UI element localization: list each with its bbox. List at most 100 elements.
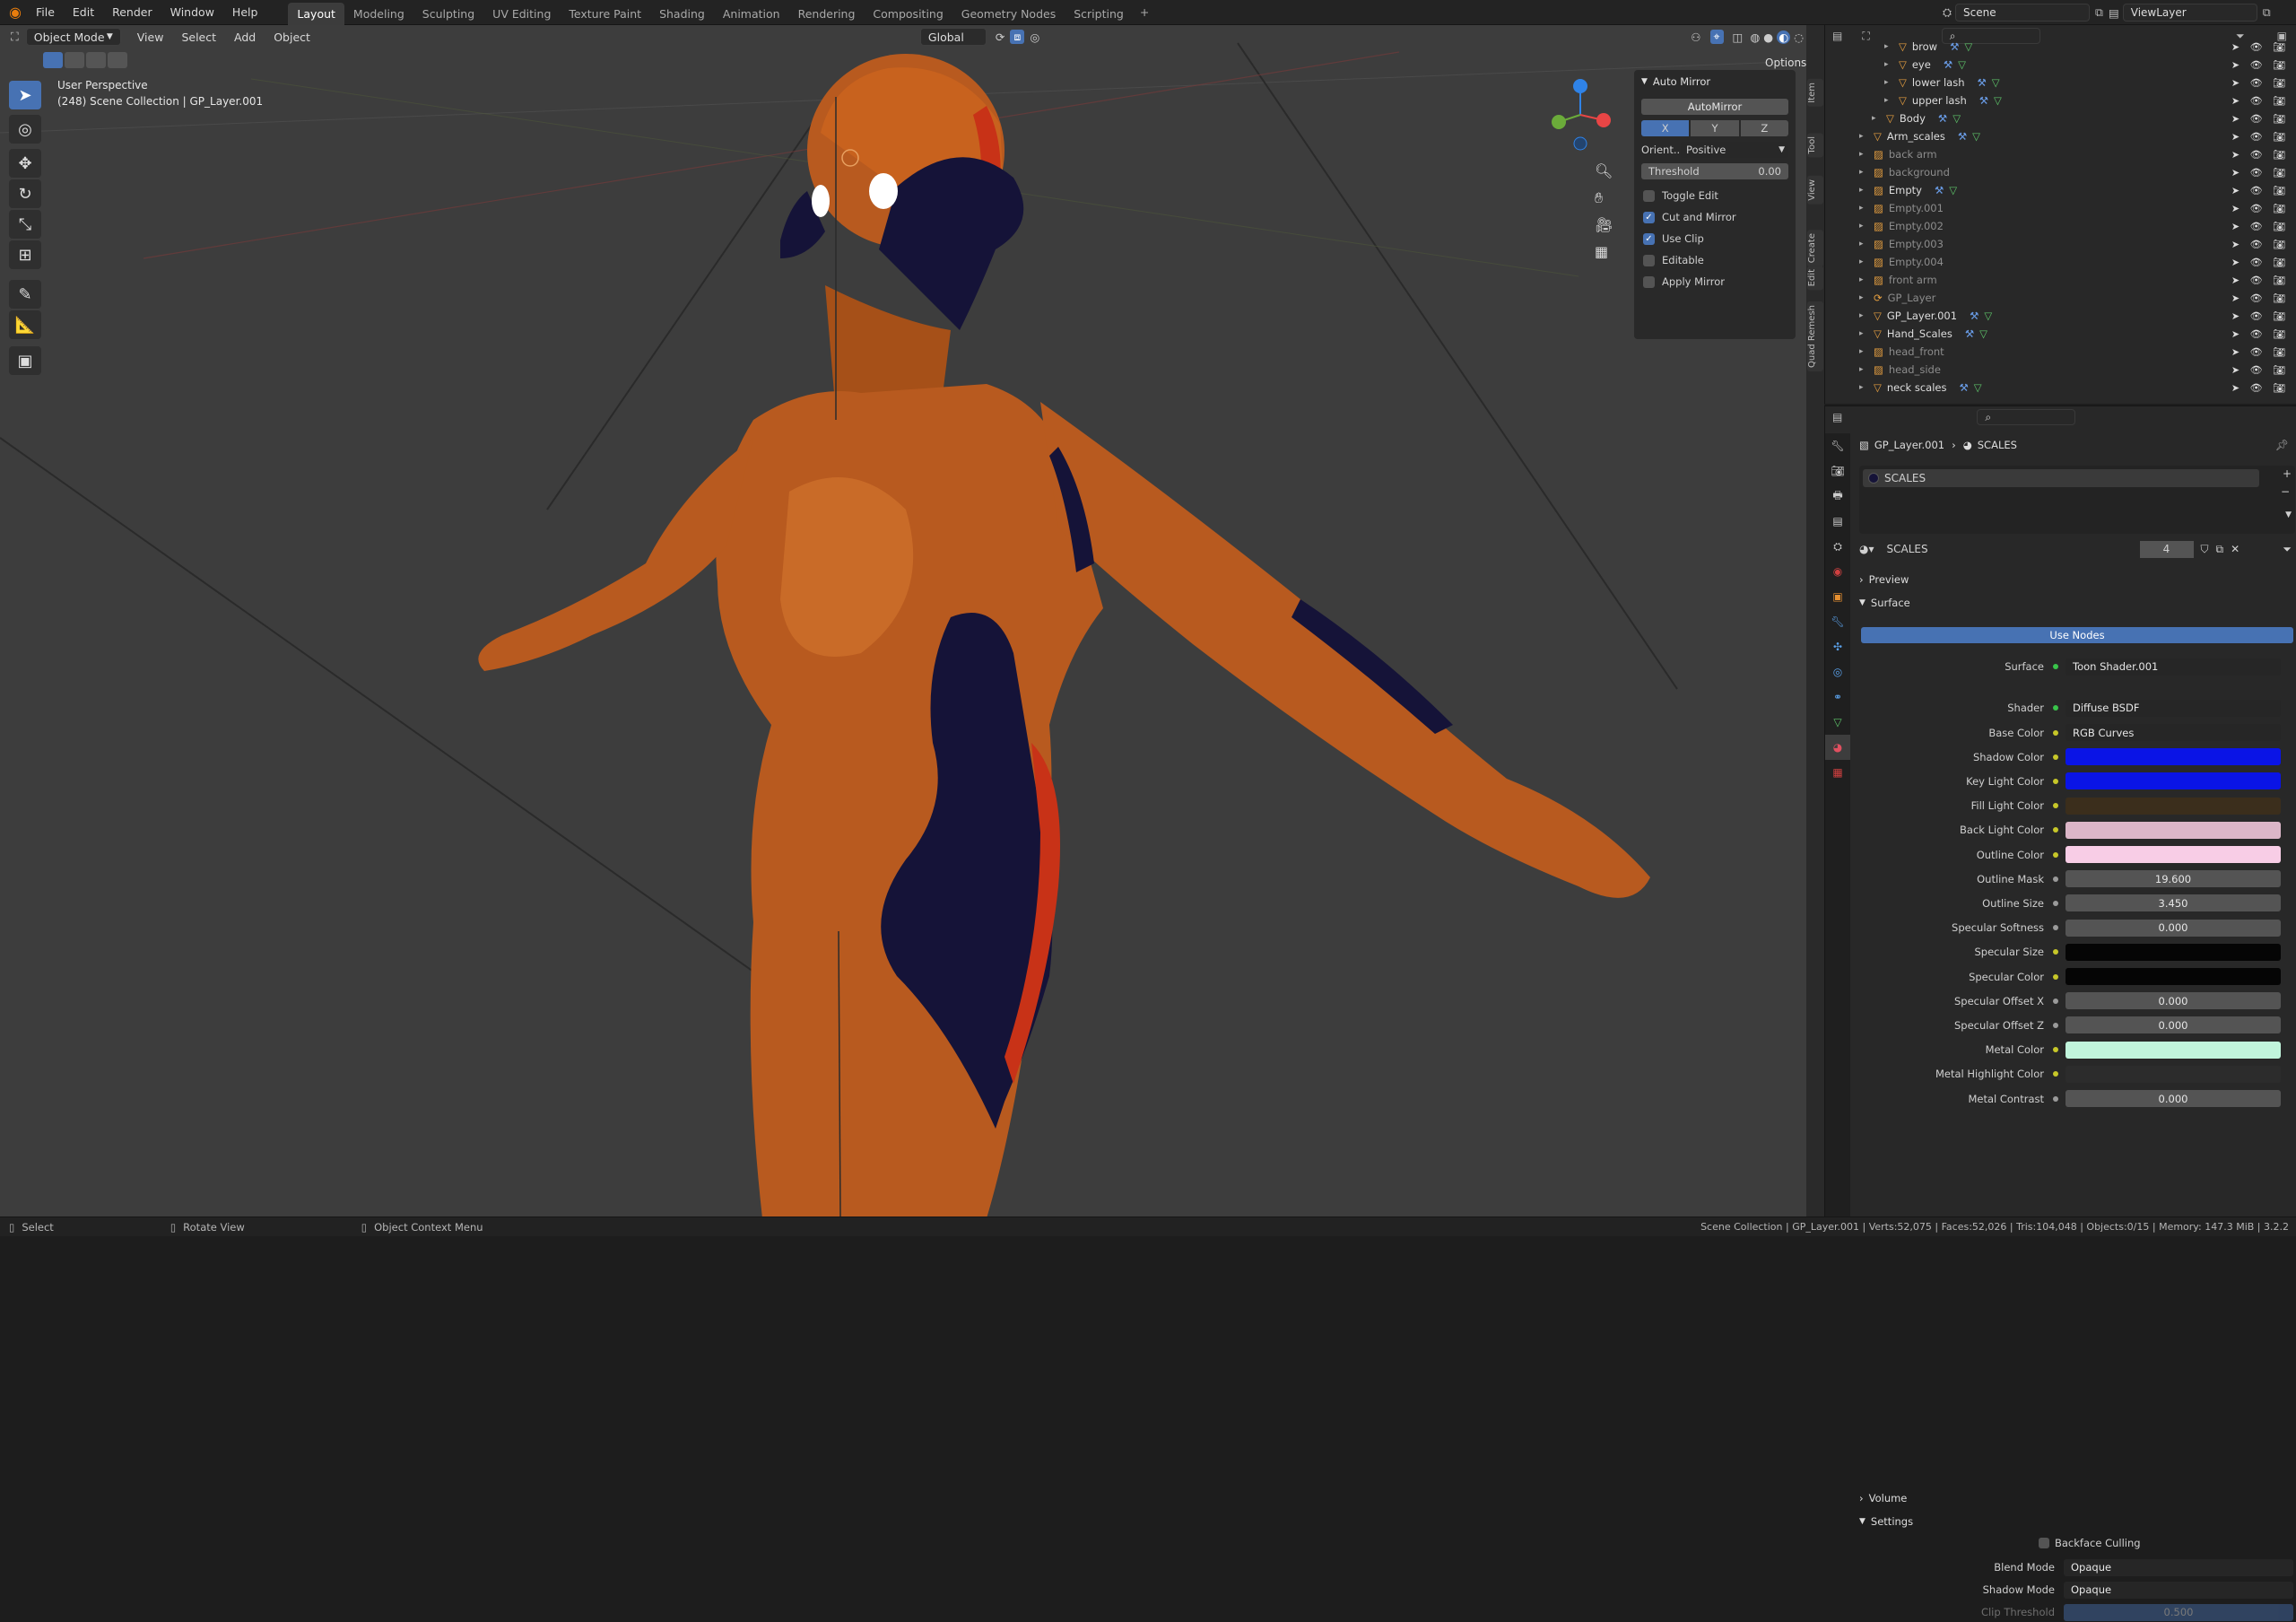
outliner-row[interactable]: ▸ ▨ back arm ➤ 👁︎ 📷︎	[1825, 145, 2296, 163]
expand-icon[interactable]: ▸	[1884, 78, 1895, 87]
filter-icon[interactable]: ⏷	[2283, 543, 2292, 556]
visibility-toggles-icon[interactable]: ➤ 👁︎ 📷︎	[2231, 221, 2289, 232]
use-clip-checkbox[interactable]: ✓ Use Clip	[1634, 228, 1796, 249]
settings-section[interactable]: ▼ Settings	[1852, 1512, 2295, 1531]
properties-tab-view-layer[interactable]: ▤	[1825, 509, 1850, 534]
visibility-toggles-icon[interactable]: ➤ 👁︎ 📷︎	[2231, 131, 2289, 143]
properties-tab-render[interactable]: 📷︎	[1825, 458, 1850, 484]
transform-orientation-select[interactable]: Global	[919, 28, 987, 46]
material-shading-icon[interactable]: ◐	[1777, 30, 1791, 44]
view-layer-field[interactable]: ViewLayer	[2122, 4, 2257, 22]
color-swatch[interactable]	[2066, 943, 2281, 961]
add-cube-tool[interactable]: ▣	[9, 346, 41, 375]
expand-icon[interactable]: ▸	[1859, 168, 1870, 177]
backface-culling-checkbox[interactable]: Backface Culling	[2039, 1537, 2141, 1549]
color-swatch[interactable]	[2066, 1065, 2281, 1083]
visibility-toggles-icon[interactable]: ➤ 👁︎ 📷︎	[2231, 59, 2289, 71]
properties-search-input[interactable]: ⌕	[1977, 409, 2076, 425]
properties-tab-world[interactable]: ◉	[1825, 559, 1850, 584]
expand-icon[interactable]: ▸	[1872, 114, 1883, 123]
expand-icon[interactable]: ▸	[1859, 132, 1870, 141]
tab-scripting[interactable]: Scripting	[1065, 3, 1133, 25]
visibility-toggles-icon[interactable]: ➤ 👁︎ 📷︎	[2231, 113, 2289, 125]
wireframe-shading-icon[interactable]: ◍	[1750, 31, 1760, 44]
select-subtract-icon[interactable]	[86, 52, 106, 68]
node-link-field[interactable]: RGB Curves	[2066, 724, 2281, 741]
outliner-row[interactable]: ▸ ⟳ GP_Layer ➤ 👁︎ 📷︎	[1825, 289, 2296, 307]
properties-tab-modifier[interactable]: 🔧︎	[1825, 609, 1850, 634]
outliner-row[interactable]: ▸ ▽ Arm_scales ⚒ ▽ ➤ 👁︎ 📷︎	[1825, 127, 2296, 145]
visibility-toggles-icon[interactable]: ➤ 👁︎ 📷︎	[2231, 167, 2289, 179]
menu-help[interactable]: Help	[223, 5, 267, 19]
solid-shading-icon[interactable]: ●	[1763, 31, 1773, 44]
number-field[interactable]: 3.450	[2066, 894, 2281, 912]
expand-icon[interactable]: ▸	[1859, 311, 1870, 320]
slot-specials-icon[interactable]: ▼	[2285, 510, 2292, 519]
gizmo-icon[interactable]: ⌖	[1709, 30, 1724, 44]
visibility-toggles-icon[interactable]: ➤ 👁︎ 📷︎	[2231, 292, 2289, 304]
transform-tool[interactable]: ⊞	[9, 240, 41, 269]
tab-uv-editing[interactable]: UV Editing	[483, 3, 560, 25]
shadow-mode-select[interactable]: Opaque	[2064, 1581, 2293, 1599]
outliner-row[interactable]: ▸ ▨ Empty ⚒ ▽ ➤ 👁︎ 📷︎	[1825, 181, 2296, 199]
material-slot-row[interactable]: SCALES	[1863, 469, 2259, 487]
tab-compositing[interactable]: Compositing	[864, 3, 952, 25]
properties-tab-output[interactable]: 🖶	[1825, 484, 1850, 509]
cursor-tool[interactable]: ◎	[9, 115, 41, 144]
outliner-row[interactable]: ▸ ▨ head_side ➤ 👁︎ 📷︎	[1825, 361, 2296, 379]
expand-icon[interactable]: ▸	[1859, 186, 1870, 195]
volume-section[interactable]: › Volume	[1852, 1488, 2295, 1508]
visibility-toggles-icon[interactable]: ➤ 👁︎ 📷︎	[2231, 77, 2289, 89]
expand-icon[interactable]: ▸	[1859, 204, 1870, 213]
sidebar-tab-edit[interactable]: Edit	[1807, 266, 1823, 291]
node-link-field[interactable]: Toon Shader.001	[2066, 658, 2281, 676]
xray-icon[interactable]: ◫	[1733, 31, 1744, 44]
menu-edit[interactable]: Edit	[64, 5, 103, 19]
scale-tool[interactable]: ⤡	[9, 210, 41, 239]
axis-z-toggle[interactable]: Z	[1740, 120, 1788, 136]
axis-x-toggle[interactable]: X	[1641, 120, 1690, 136]
viewport-menu-view[interactable]: View	[128, 31, 173, 44]
visibility-toggles-icon[interactable]: ➤ 👁︎ 📷︎	[2231, 239, 2289, 250]
sidebar-tab-view[interactable]: View	[1807, 176, 1823, 205]
blender-icon[interactable]: ◉	[0, 4, 27, 21]
visibility-toggles-icon[interactable]: ➤ 👁︎ 📷︎	[2231, 364, 2289, 376]
visibility-toggles-icon[interactable]: ➤ 👁︎ 📷︎	[2231, 346, 2289, 358]
visibility-toggles-icon[interactable]: ➤ 👁︎ 📷︎	[2231, 185, 2289, 196]
rotate-tool[interactable]: ↻	[9, 179, 41, 208]
expand-icon[interactable]: ▸	[1884, 42, 1895, 51]
properties-tab-particles[interactable]: ✣	[1825, 634, 1850, 659]
blend-mode-select[interactable]: Opaque	[2064, 1558, 2293, 1576]
visibility-toggles-icon[interactable]: ➤ 👁︎ 📷︎	[2231, 95, 2289, 107]
visibility-toggles-icon[interactable]: ➤ 👁︎ 📷︎	[2231, 275, 2289, 286]
properties-tab-physics[interactable]: ◎	[1825, 659, 1850, 685]
properties-tab-texture[interactable]: ▦	[1825, 760, 1850, 785]
outliner-row[interactable]: ▸ ▽ Body ⚒ ▽ ➤ 👁︎ 📷︎	[1825, 109, 2296, 127]
visibility-toggles-icon[interactable]: ➤ 👁︎ 📷︎	[2231, 382, 2289, 394]
add-slot-icon[interactable]: +	[2283, 467, 2292, 480]
unlink-icon[interactable]: ✕	[2231, 543, 2239, 555]
menu-file[interactable]: File	[27, 5, 64, 19]
clip-threshold-field[interactable]: 0.500	[2064, 1603, 2293, 1621]
scene-field[interactable]: Scene	[1955, 4, 2091, 22]
number-field[interactable]: 19.600	[2066, 870, 2281, 888]
perspective-grid-icon[interactable]: ▦	[1595, 239, 1613, 266]
sidebar-tab-quad-remesh[interactable]: Quad Remesh	[1807, 301, 1823, 371]
properties-tab-data[interactable]: ▽	[1825, 710, 1850, 735]
use-nodes-button[interactable]: Use Nodes	[1861, 627, 2293, 643]
menu-window[interactable]: Window	[161, 5, 223, 19]
move-tool[interactable]: ✥	[9, 149, 41, 178]
remove-slot-icon[interactable]: −	[2281, 485, 2290, 498]
expand-icon[interactable]: ▸	[1859, 275, 1870, 284]
camera-icon[interactable]: 🎥︎	[1595, 212, 1613, 239]
zoom-icon[interactable]: 🔍︎	[1595, 158, 1613, 185]
outliner-row[interactable]: ▸ ▨ Empty.002 ➤ 👁︎ 📷︎	[1825, 217, 2296, 235]
mode-select[interactable]: Object Mode ▼	[25, 28, 121, 46]
expand-icon[interactable]: ▸	[1884, 96, 1895, 105]
sidebar-tab-item[interactable]: Item	[1807, 79, 1823, 107]
number-field[interactable]: 0.000	[2066, 1016, 2281, 1034]
color-swatch[interactable]	[2066, 821, 2281, 839]
select-new-icon[interactable]	[43, 52, 63, 68]
rendered-shading-icon[interactable]: ◌	[1794, 31, 1804, 44]
orient-select[interactable]: Positive ▼	[1681, 142, 1788, 158]
